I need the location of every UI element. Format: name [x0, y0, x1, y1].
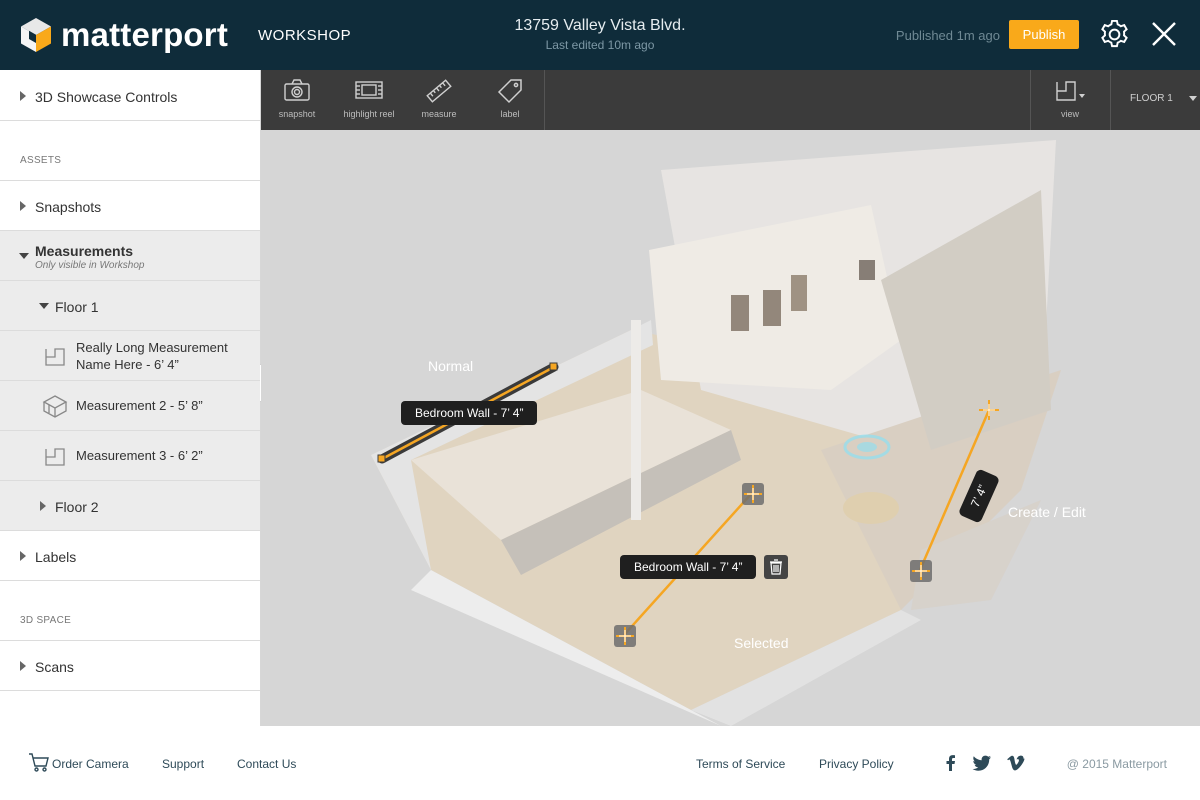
- order-camera-link[interactable]: Order Camera: [52, 757, 129, 771]
- view-dropdown[interactable]: view: [1031, 70, 1109, 130]
- sidebar-item-measurements[interactable]: Measurements Only visible in Workshop: [0, 231, 260, 281]
- sidebar-item-label: Snapshots: [35, 199, 102, 215]
- floorplan-view-icon: [1056, 81, 1085, 101]
- chevron-down-icon: [19, 253, 29, 259]
- tool-label: view: [1060, 109, 1079, 119]
- dollhouse-model: [261, 130, 1200, 726]
- measurement-name: Measurement 2 - 5’ 8”: [76, 398, 203, 413]
- top-header: matterport WORKSHOP 13759 Valley Vista B…: [0, 0, 1200, 70]
- published-status: Published 1m ago: [895, 28, 1000, 43]
- chevron-right-icon: [20, 91, 26, 101]
- section-heading: 3D SPACE: [20, 615, 72, 626]
- dollhouse-icon: [42, 395, 68, 418]
- measurement-name: Name Here - 6’ 4”: [76, 357, 179, 372]
- measure-tool[interactable]: measure: [405, 70, 473, 130]
- floor-1-group[interactable]: Floor 1: [0, 281, 260, 331]
- twitter-icon[interactable]: [972, 754, 992, 772]
- measurement-name: Measurement 3 - 6’ 2”: [76, 448, 203, 463]
- tag-icon: [497, 79, 522, 104]
- space-section: 3D SPACE: [0, 581, 260, 641]
- facebook-icon[interactable]: [941, 754, 961, 772]
- close-icon[interactable]: [1150, 20, 1178, 48]
- cart-icon: [29, 753, 49, 772]
- model-address: 13759 Valley Vista Blvd.: [514, 17, 686, 34]
- support-link[interactable]: Support: [162, 757, 204, 771]
- privacy-link[interactable]: Privacy Policy: [819, 757, 894, 771]
- tool-label: measure: [421, 109, 457, 119]
- floor-2-group[interactable]: Floor 2: [0, 481, 260, 531]
- measurement-label-normal[interactable]: Bedroom Wall - 7’ 4”: [401, 401, 538, 425]
- chevron-right-icon: [40, 501, 46, 511]
- ruler-icon: [426, 79, 452, 103]
- matterport-logo[interactable]: matterport: [20, 17, 228, 53]
- chevron-down-icon: [39, 303, 49, 309]
- toolbar-divider: [544, 70, 545, 130]
- floor-label: Floor 1: [55, 299, 99, 315]
- sidebar-item-scans[interactable]: Scans: [0, 641, 260, 691]
- logo-cube-icon: [21, 18, 51, 52]
- measure-handle[interactable]: [909, 559, 933, 583]
- sidebar-item-labels[interactable]: Labels: [0, 531, 260, 581]
- 3d-viewport[interactable]: Normal Selected Create / Edit Bedroom Wa…: [261, 130, 1200, 726]
- chevron-right-icon: [20, 661, 26, 671]
- delete-measurement-button[interactable]: [764, 555, 788, 579]
- highlight-reel-tool[interactable]: highlight reel: [333, 70, 405, 130]
- sidebar-item-label: Measurements: [35, 243, 134, 259]
- measurement-label-selected[interactable]: Bedroom Wall - 7’ 4”: [620, 555, 757, 579]
- sidebar-item-label: 3D Showcase Controls: [35, 89, 178, 105]
- footer: Order Camera Support Contact Us Terms of…: [0, 726, 1200, 800]
- chevron-down-icon: [1189, 96, 1197, 101]
- floorplan-icon: [45, 348, 65, 366]
- measure-handle[interactable]: [741, 482, 765, 506]
- tool-label: highlight reel: [343, 109, 395, 119]
- trash-icon: [770, 559, 782, 575]
- state-label-normal: Normal: [428, 358, 474, 374]
- vimeo-icon[interactable]: [1006, 754, 1026, 772]
- floor-selector-label: FLOOR 1: [1130, 93, 1173, 104]
- toolbar: snapshot highlight reel measure label vi…: [261, 70, 1200, 130]
- sidebar: 3D Showcase Controls ASSETS Snapshots Me…: [0, 70, 261, 726]
- label-tool[interactable]: label: [475, 70, 545, 130]
- toolbar-divider: [1110, 70, 1111, 130]
- assets-section: ASSETS: [0, 121, 260, 181]
- measure-handle[interactable]: [613, 624, 637, 648]
- measurement-item[interactable]: Really Long Measurement Name Here - 6’ 4…: [0, 331, 260, 381]
- terms-link[interactable]: Terms of Service: [696, 757, 785, 771]
- snapshot-tool[interactable]: snapshot: [261, 70, 333, 130]
- measurement-item[interactable]: Measurement 3 - 6’ 2”: [0, 431, 260, 481]
- publish-button[interactable]: Publish: [1009, 20, 1079, 49]
- contact-link[interactable]: Contact Us: [237, 757, 296, 771]
- brand-wordmark: matterport: [61, 16, 229, 53]
- film-icon: [355, 81, 383, 99]
- state-label-selected: Selected: [734, 635, 789, 651]
- sidebar-item-label: Scans: [35, 659, 74, 675]
- copyright: @ 2015 Matterport: [1066, 757, 1167, 771]
- measurement-name: Really Long Measurement: [76, 340, 228, 355]
- camera-icon: [284, 79, 310, 101]
- floor-selector[interactable]: FLOOR 1: [1130, 70, 1200, 130]
- sidebar-item-label: Labels: [35, 549, 77, 565]
- floorplan-icon: [45, 448, 65, 466]
- section-heading: ASSETS: [20, 155, 62, 166]
- chevron-right-icon: [20, 201, 26, 211]
- chevron-right-icon: [20, 551, 26, 561]
- tool-label: snapshot: [278, 109, 316, 119]
- sidebar-item-showcase-controls[interactable]: 3D Showcase Controls: [0, 70, 260, 121]
- crosshair-cursor-icon: [979, 400, 999, 420]
- gear-icon[interactable]: [1098, 18, 1131, 51]
- measurements-note: Only visible in Workshop: [35, 260, 145, 271]
- sidebar-item-snapshots[interactable]: Snapshots: [0, 181, 260, 231]
- tool-label: label: [500, 109, 520, 119]
- section-title: WORKSHOP: [258, 27, 352, 44]
- state-label-create-edit: Create / Edit: [1008, 504, 1086, 520]
- measurement-item[interactable]: Measurement 2 - 5’ 8”: [0, 381, 260, 431]
- last-edited-status: Last edited 10m ago: [545, 38, 655, 52]
- floor-label: Floor 2: [55, 499, 99, 515]
